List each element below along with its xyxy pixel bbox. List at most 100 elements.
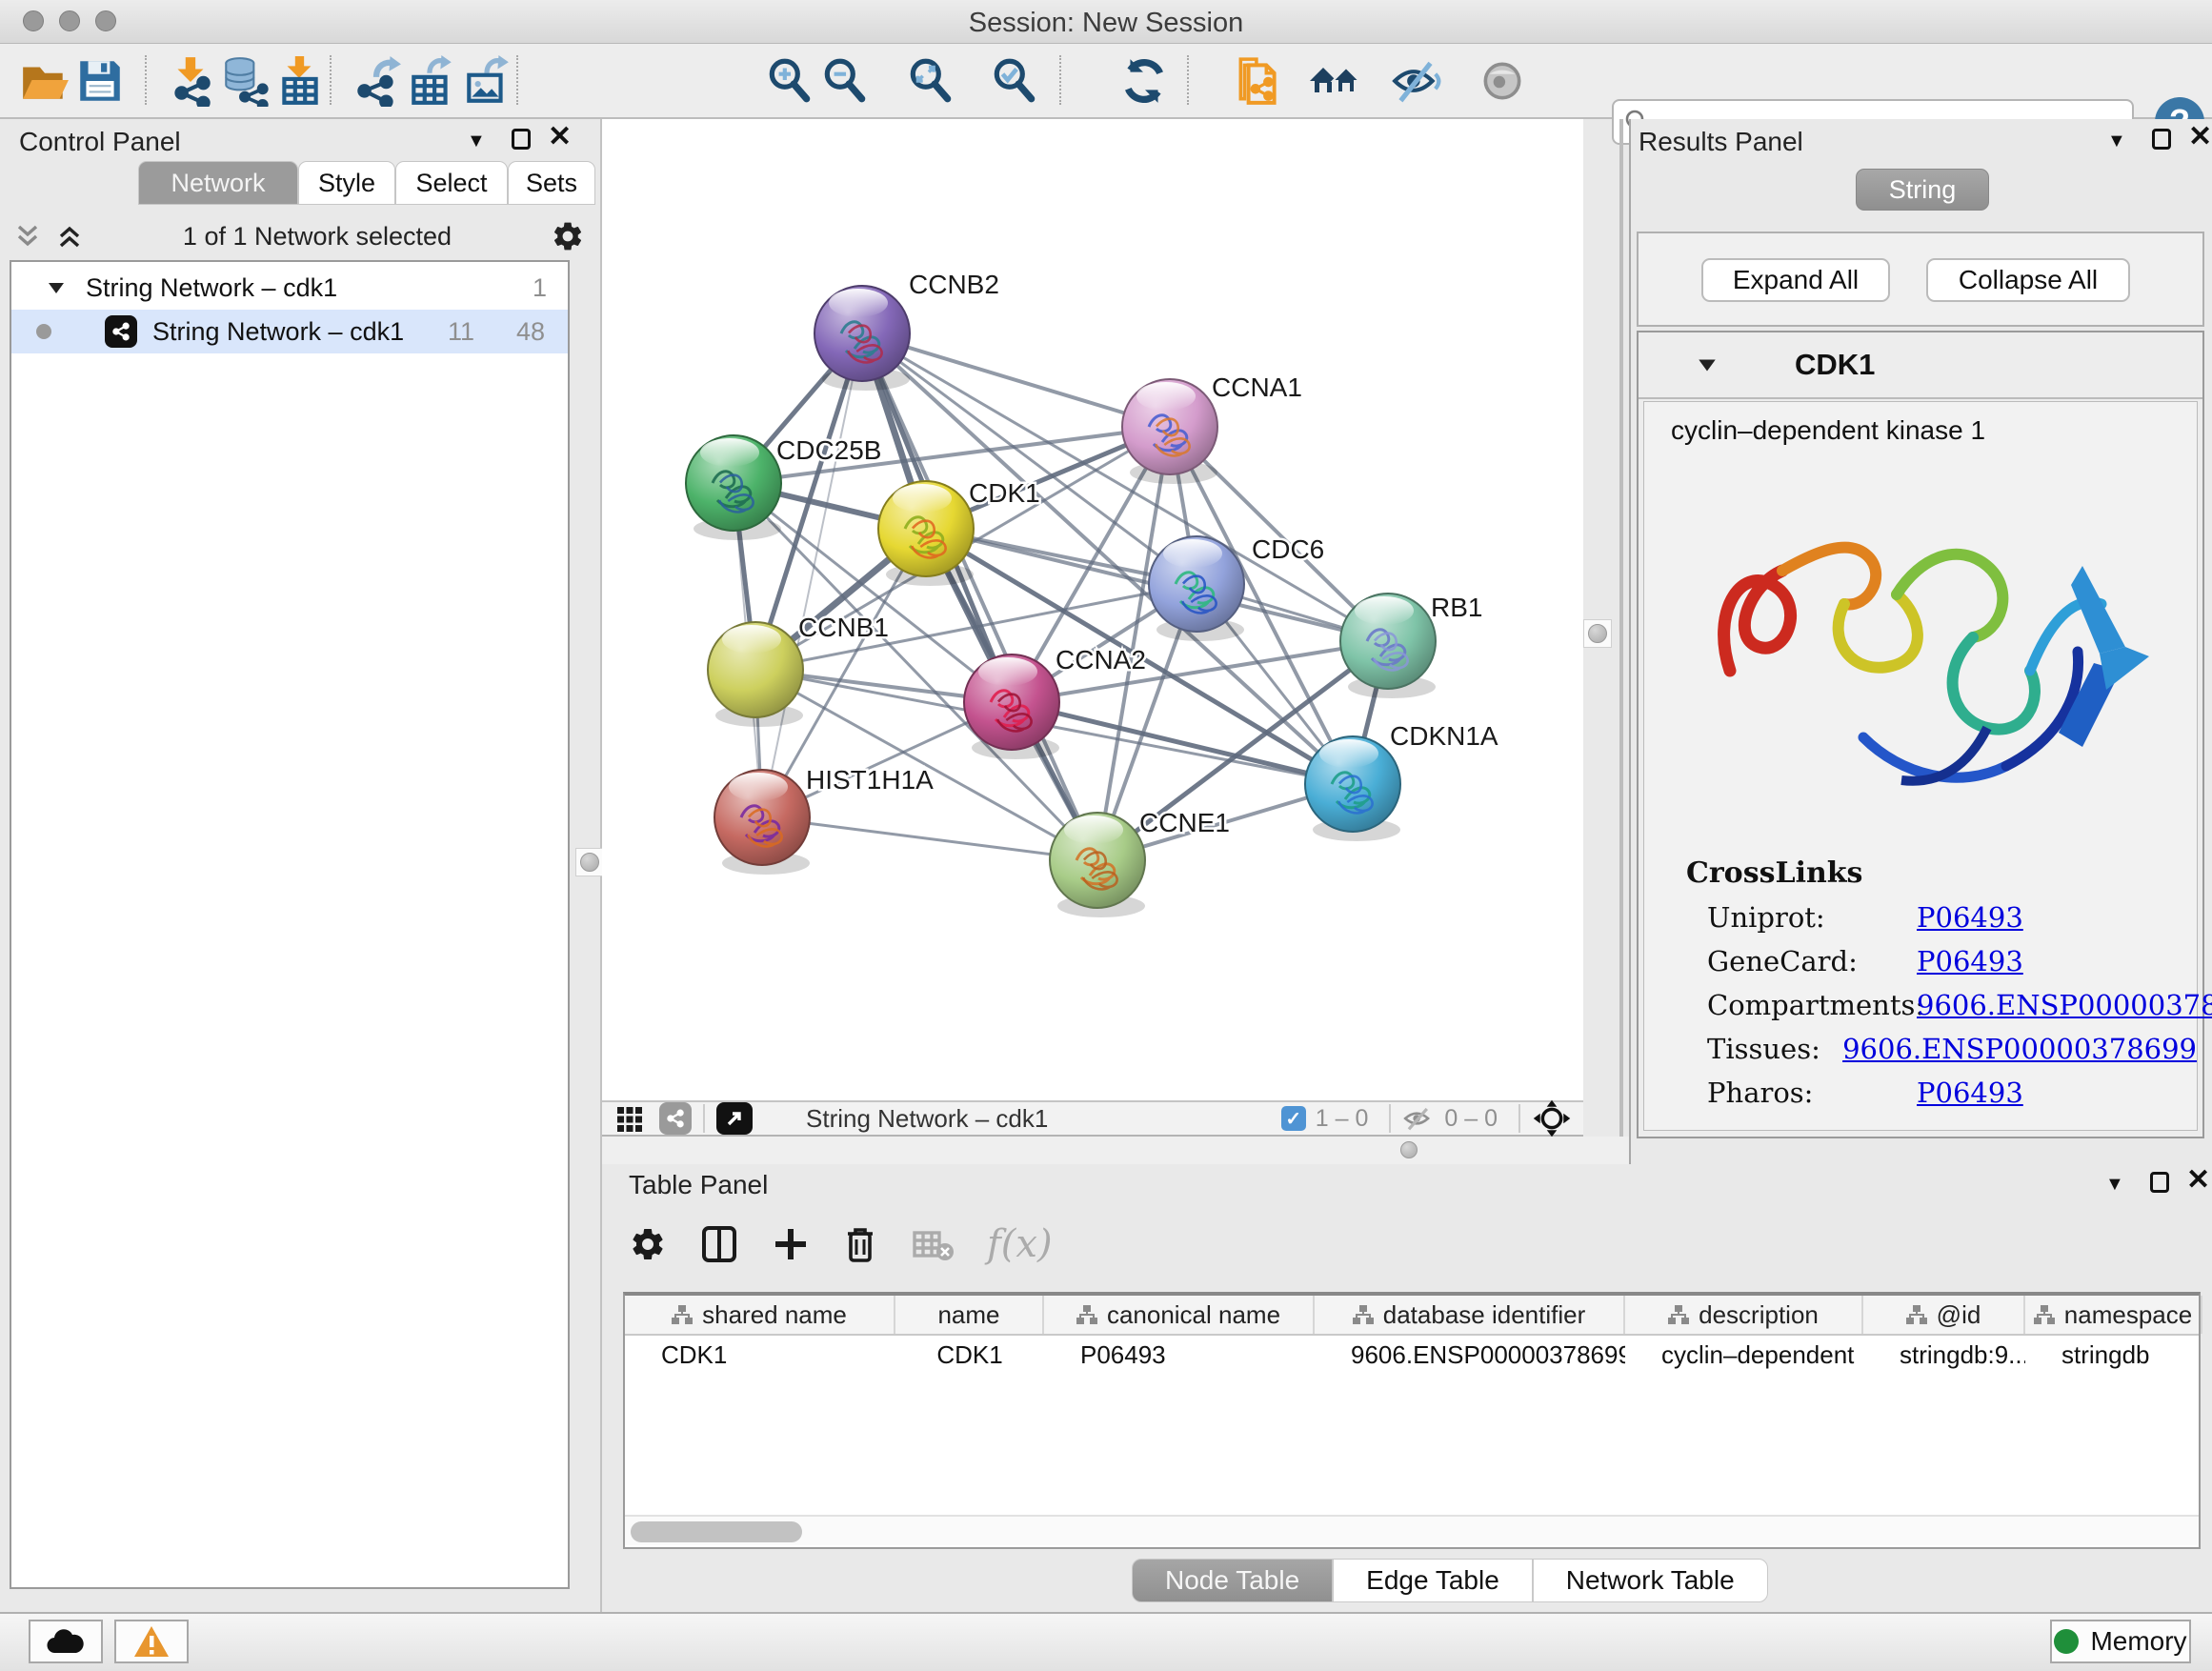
clone-network-button[interactable] bbox=[1231, 53, 1286, 109]
network-node-ccnb1[interactable]: CCNB1 bbox=[708, 613, 889, 727]
zoom-selected-button[interactable] bbox=[987, 53, 1042, 109]
refresh-view-button[interactable] bbox=[1116, 53, 1172, 109]
column-header-name[interactable]: name bbox=[895, 1296, 1044, 1334]
network-node-ccna1[interactable]: CCNA1 bbox=[1122, 372, 1302, 484]
panel-float-icon[interactable] bbox=[2152, 129, 2171, 150]
memory-button[interactable]: Memory bbox=[2050, 1620, 2191, 1663]
select-columns-icon[interactable] bbox=[699, 1224, 739, 1264]
network-node-hist1h1a[interactable]: HIST1H1A bbox=[714, 765, 934, 875]
control-panel-tabs: Network Style Select Sets bbox=[138, 161, 595, 205]
collapse-all-button[interactable]: Collapse All bbox=[1926, 258, 2130, 302]
hide-selected-button[interactable] bbox=[1389, 53, 1444, 109]
collapse-section-icon[interactable] bbox=[1696, 353, 1719, 376]
table-cell[interactable]: P06493 bbox=[1044, 1340, 1315, 1370]
protein-card-header[interactable]: CDK1 bbox=[1639, 332, 2202, 399]
zoom-fit-button[interactable] bbox=[903, 53, 958, 109]
table-cell[interactable]: 9606.ENSP00000378699 bbox=[1315, 1340, 1625, 1370]
table-cell[interactable]: CDK1 bbox=[625, 1340, 895, 1370]
network-node-ccne1[interactable]: CCNE1 bbox=[1050, 808, 1230, 917]
network-collection-row[interactable]: String Network – cdk1 1 bbox=[11, 266, 568, 310]
network-edge[interactable] bbox=[1012, 702, 1353, 784]
column-header-database-identifier[interactable]: database identifier bbox=[1315, 1296, 1625, 1334]
tree-expand-icon[interactable] bbox=[46, 277, 67, 298]
horizontal-scrollbar[interactable] bbox=[625, 1515, 2199, 1545]
network-view-icon[interactable] bbox=[659, 1102, 692, 1135]
import-network-button[interactable] bbox=[164, 53, 219, 109]
crosslink-label: Pharos: bbox=[1707, 1077, 1917, 1109]
tab-edge-table[interactable]: Edge Table bbox=[1333, 1559, 1533, 1602]
zoom-in-button[interactable] bbox=[762, 53, 817, 109]
network-node-rb1[interactable]: RB1 bbox=[1340, 593, 1482, 698]
selected-nodes-checkbox[interactable]: ✓ bbox=[1281, 1106, 1306, 1131]
grid-view-icon[interactable] bbox=[615, 1104, 644, 1133]
delete-column-icon[interactable] bbox=[842, 1224, 878, 1264]
first-neighbors-button[interactable] bbox=[1307, 53, 1362, 109]
table-cell[interactable]: stringdb:9... bbox=[1863, 1340, 2025, 1370]
crosslink-link[interactable]: 9606.ENSP00000378699 bbox=[1842, 1033, 2197, 1065]
hidden-counts: 0 – 0 bbox=[1444, 1105, 1498, 1133]
tab-select[interactable]: Select bbox=[395, 161, 508, 205]
expand-all-button[interactable]: Expand All bbox=[1701, 258, 1890, 302]
network-node-cdc25b[interactable]: CDC25B bbox=[686, 435, 881, 540]
panel-collapse-icon[interactable]: ▼ bbox=[2105, 1174, 2124, 1196]
zoom-out-button[interactable] bbox=[817, 53, 873, 109]
crosslink-row: Compartments:9606.ENSP00000378699 bbox=[1644, 983, 2197, 1027]
network-edge[interactable] bbox=[762, 817, 1097, 860]
crosslink-link[interactable]: P06493 bbox=[1917, 901, 2023, 934]
left-splitter-handle[interactable] bbox=[575, 848, 604, 876]
import-network-from-database-button[interactable] bbox=[217, 53, 272, 109]
crosslink-label: GeneCard: bbox=[1707, 945, 1917, 977]
tab-network-table[interactable]: Network Table bbox=[1533, 1559, 1768, 1602]
export-table-button[interactable] bbox=[404, 53, 459, 109]
column-header-canonical-name[interactable]: canonical name bbox=[1044, 1296, 1315, 1334]
network-canvas[interactable]: CCNB2CCNA1CDC25BCDK1CDC6RB1CCNB1CCNA2CDK… bbox=[602, 119, 1583, 1100]
collapse-all-icon[interactable] bbox=[13, 221, 42, 252]
column-header--id[interactable]: @id bbox=[1863, 1296, 2025, 1334]
expand-all-icon[interactable] bbox=[55, 221, 84, 252]
export-network-button[interactable] bbox=[349, 53, 404, 109]
network-node-cdkn1a[interactable]: CDKN1A bbox=[1305, 721, 1498, 841]
show-all-button[interactable] bbox=[1475, 53, 1530, 109]
tab-network[interactable]: Network bbox=[138, 161, 298, 205]
tab-sets[interactable]: Sets bbox=[508, 161, 595, 205]
export-image-button[interactable] bbox=[459, 53, 514, 109]
tab-node-table[interactable]: Node Table bbox=[1132, 1559, 1333, 1602]
crosslink-link[interactable]: P06493 bbox=[1917, 945, 2023, 977]
scrollbar-thumb[interactable] bbox=[631, 1521, 802, 1542]
right-splitter-handle[interactable] bbox=[1583, 619, 1612, 648]
table-row[interactable]: CDK1CDK1P064939606.ENSP00000378699cyclin… bbox=[625, 1336, 2199, 1374]
open-session-button[interactable] bbox=[17, 53, 72, 109]
table-cell[interactable]: stringdb bbox=[2025, 1340, 2202, 1370]
network-node-cdk1[interactable]: CDK1 bbox=[878, 478, 1040, 586]
column-header-description[interactable]: description bbox=[1625, 1296, 1863, 1334]
import-table-button[interactable] bbox=[272, 53, 328, 109]
panel-float-icon[interactable] bbox=[512, 129, 531, 150]
cloud-status-button[interactable] bbox=[29, 1620, 103, 1663]
network-row[interactable]: String Network – cdk1 11 48 bbox=[11, 310, 568, 353]
gear-icon[interactable] bbox=[629, 1225, 667, 1263]
column-header-shared-name[interactable]: shared name bbox=[625, 1296, 895, 1334]
panel-close-icon[interactable]: ✕ bbox=[2188, 127, 2212, 148]
table-cell[interactable]: CDK1 bbox=[895, 1340, 1044, 1370]
table-tabs: Node Table Edge Table Network Table bbox=[1132, 1559, 1768, 1602]
birds-eye-toggle-icon[interactable] bbox=[1532, 1098, 1572, 1138]
warnings-button[interactable] bbox=[114, 1620, 189, 1663]
save-session-button[interactable] bbox=[72, 53, 128, 109]
panel-close-icon[interactable]: ✕ bbox=[548, 127, 572, 148]
add-column-icon[interactable] bbox=[772, 1225, 810, 1263]
open-in-window-icon[interactable] bbox=[716, 1102, 753, 1135]
gear-icon[interactable] bbox=[551, 219, 585, 253]
panel-collapse-icon[interactable]: ▼ bbox=[2107, 131, 2126, 152]
tab-style[interactable]: Style bbox=[298, 161, 395, 205]
crosslink-link[interactable]: 9606.ENSP00000378699 bbox=[1917, 989, 2212, 1021]
table-cell[interactable]: cyclin–dependent ... bbox=[1625, 1340, 1863, 1370]
panel-float-icon[interactable] bbox=[2150, 1172, 2169, 1193]
tab-string[interactable]: String bbox=[1856, 169, 1989, 211]
crosslink-link[interactable]: P06493 bbox=[1917, 1077, 2023, 1109]
hidden-eye-icon[interactable] bbox=[1402, 1105, 1435, 1132]
refresh-icon bbox=[1118, 55, 1170, 107]
panel-close-icon[interactable]: ✕ bbox=[2186, 1170, 2210, 1191]
panel-collapse-icon[interactable]: ▼ bbox=[467, 131, 486, 152]
network-edge[interactable] bbox=[762, 333, 862, 817]
column-header-namespace[interactable]: namespace bbox=[2025, 1296, 2202, 1334]
